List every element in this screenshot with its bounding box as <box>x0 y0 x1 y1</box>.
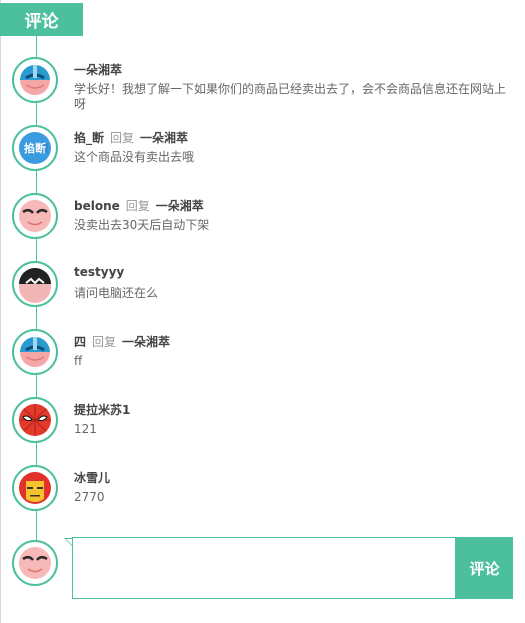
comment-author[interactable]: 提拉米苏1 <box>74 403 130 417</box>
comment-item: 四回复 一朵湘萃 ff <box>0 329 525 389</box>
comment-meta: 四回复 一朵湘萃 <box>74 333 170 350</box>
reply-target-user[interactable]: 一朵湘萃 <box>140 131 188 145</box>
black-masked-hero-icon[interactable] <box>12 261 58 307</box>
comment-text: 这个商品没有卖出去哦 <box>74 150 195 164</box>
iron-hero-icon[interactable] <box>12 465 58 511</box>
comment-item: 一朵湘萃学长好！我想了解一下如果你们的商品已经卖出去了，会不会商品信息还在网站上… <box>0 57 525 117</box>
comment-author[interactable]: belone <box>74 199 120 213</box>
blue-masked-hero-icon[interactable] <box>12 57 58 103</box>
blue-masked-hero-icon[interactable] <box>12 329 58 375</box>
comment-text: 121 <box>74 422 97 436</box>
comment-input[interactable] <box>73 538 455 598</box>
comment-meta: 掐_断 回复 一朵湘萃 <box>74 129 188 146</box>
reply-label: 回复 <box>125 199 150 213</box>
comment-meta: 提拉米苏1 <box>74 401 130 418</box>
comment-meta: 一朵湘萃 <box>74 61 122 78</box>
comment-meta: belone 回复 一朵湘萃 <box>74 197 204 214</box>
spider-hero-icon[interactable] <box>12 397 58 443</box>
comments-title: 评论 <box>24 12 59 32</box>
comment-author[interactable]: 掐_断 <box>74 131 104 145</box>
comment-item: belone 回复 一朵湘萃没卖出去30天后自动下架 <box>0 193 525 253</box>
comment-text: 没卖出去30天后自动下架 <box>74 218 210 232</box>
reply-label: 回复 <box>92 335 117 349</box>
comment-meta: testyyy <box>74 265 124 279</box>
comment-input-box[interactable] <box>72 537 456 599</box>
comment-meta: 冰雪儿 <box>74 469 110 486</box>
reply-target-user[interactable]: 一朵湘萃 <box>122 335 170 349</box>
comment-text: ff <box>74 354 83 368</box>
comment-text: 2770 <box>74 490 105 504</box>
reply-target-user[interactable]: 一朵湘萃 <box>156 199 204 213</box>
reply-label: 回复 <box>110 131 135 145</box>
comment-text: 请问电脑还在么 <box>74 286 159 300</box>
blue-badge-avatar-icon[interactable]: 掐断 <box>12 125 58 171</box>
comment-author[interactable]: testyyy <box>74 265 124 279</box>
comment-item: 掐断 掐_断 回复 一朵湘萃 这个商品没有卖出去哦 <box>0 125 525 185</box>
comment-item: 提拉米苏1 121 <box>0 397 525 457</box>
compose-avatar <box>12 540 58 586</box>
comment-item: testyyy 请问电脑还在么 <box>0 261 525 321</box>
avatar-text: 掐断 <box>24 141 46 155</box>
comment-text: 学长好！我想了解一下如果你们的商品已经卖出去了，会不会商品信息还在网站上呀 <box>74 82 507 111</box>
comment-author[interactable]: 四 <box>74 335 86 349</box>
comment-item: 冰雪儿 2770 <box>0 465 525 525</box>
comment-author[interactable]: 一朵湘萃 <box>74 63 122 77</box>
submit-comment-button[interactable]: 评论 <box>456 537 513 599</box>
comment-author[interactable]: 冰雪儿 <box>74 471 110 485</box>
pink-masked-hero-icon[interactable] <box>12 193 58 239</box>
comments-header-tab: 评论 <box>0 3 83 36</box>
